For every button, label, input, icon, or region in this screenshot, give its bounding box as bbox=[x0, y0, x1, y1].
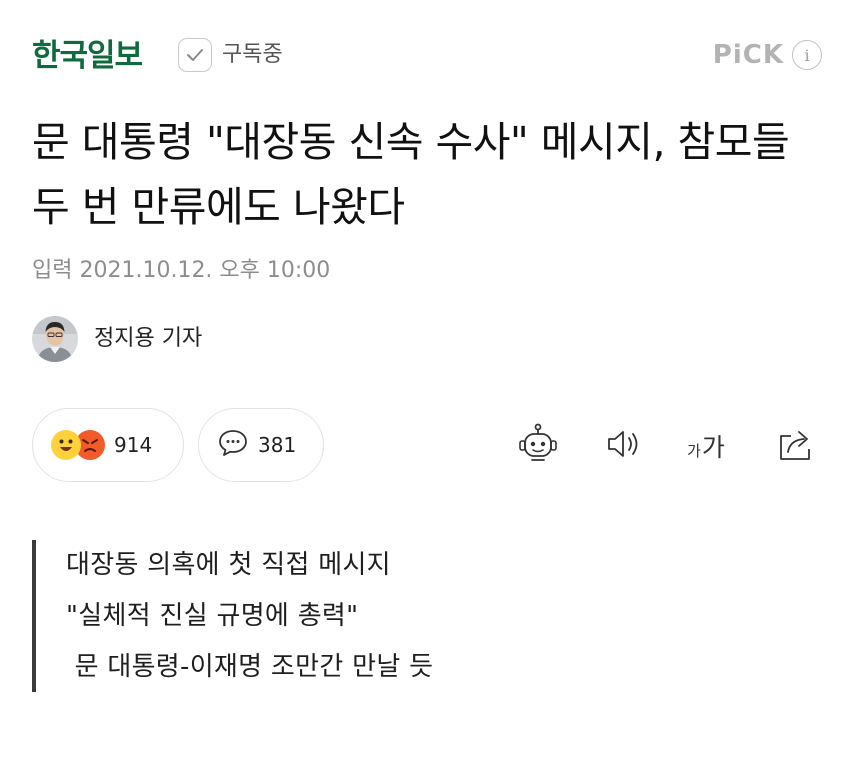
font-size-icon: 가가 bbox=[687, 428, 725, 464]
summary-line: 문 대통령-이재명 조만간 만날 듯 bbox=[66, 652, 434, 682]
subscribe-label: 구독중 bbox=[222, 42, 283, 67]
article-header: 한국일보 구독중 PiCK i bbox=[32, 30, 822, 84]
share-icon bbox=[774, 422, 818, 470]
comment-bubble-icon bbox=[217, 428, 249, 462]
reactions-count: 914 bbox=[114, 433, 153, 457]
check-icon bbox=[178, 38, 212, 72]
summary-line: 대장동 의혹에 첫 직접 메시지 bbox=[66, 550, 391, 580]
font-size-large-glyph: 가 bbox=[701, 433, 725, 462]
summary-line: "실체적 진실 규명에 총력" bbox=[66, 601, 359, 631]
article-actions: 914 381 가 가 bbox=[32, 408, 822, 484]
share-button[interactable] bbox=[774, 424, 818, 468]
pick-label: PiCK bbox=[712, 40, 784, 70]
article-summary: 대장동 의혹에 첫 직접 메시지 "실체적 진실 규명에 총력" 문 대통령-이… bbox=[32, 540, 433, 692]
reporter-info[interactable]: 정지용 기자 bbox=[32, 316, 202, 362]
font-size-button[interactable]: 가가 bbox=[684, 424, 728, 468]
reporter-avatar bbox=[32, 316, 78, 362]
comments-count: 381 bbox=[258, 433, 297, 457]
comments-button[interactable]: 381 bbox=[198, 408, 324, 482]
font-size-small-glyph: 가 bbox=[687, 442, 701, 460]
summary-bot-button[interactable] bbox=[516, 422, 560, 470]
speaker-icon bbox=[602, 422, 646, 470]
reporter-name: 정지용 기자 bbox=[94, 326, 203, 351]
pick-badge[interactable]: PiCK i bbox=[713, 38, 822, 72]
happy-emoji-icon bbox=[51, 430, 81, 460]
info-icon[interactable]: i bbox=[792, 40, 822, 70]
listen-button[interactable] bbox=[602, 424, 646, 468]
article-headline: 문 대통령 "대장동 신속 수사" 메시지, 참모들 두 번 만류에도 나왔다 bbox=[32, 118, 790, 231]
article-dateline: 입력 2021.10.12. 오후 10:00 bbox=[32, 258, 331, 283]
subscribe-button[interactable]: 구독중 bbox=[178, 38, 283, 72]
press-logo[interactable]: 한국일보 bbox=[32, 36, 143, 76]
reactions-button[interactable]: 914 bbox=[32, 408, 184, 482]
robot-icon bbox=[516, 422, 560, 470]
